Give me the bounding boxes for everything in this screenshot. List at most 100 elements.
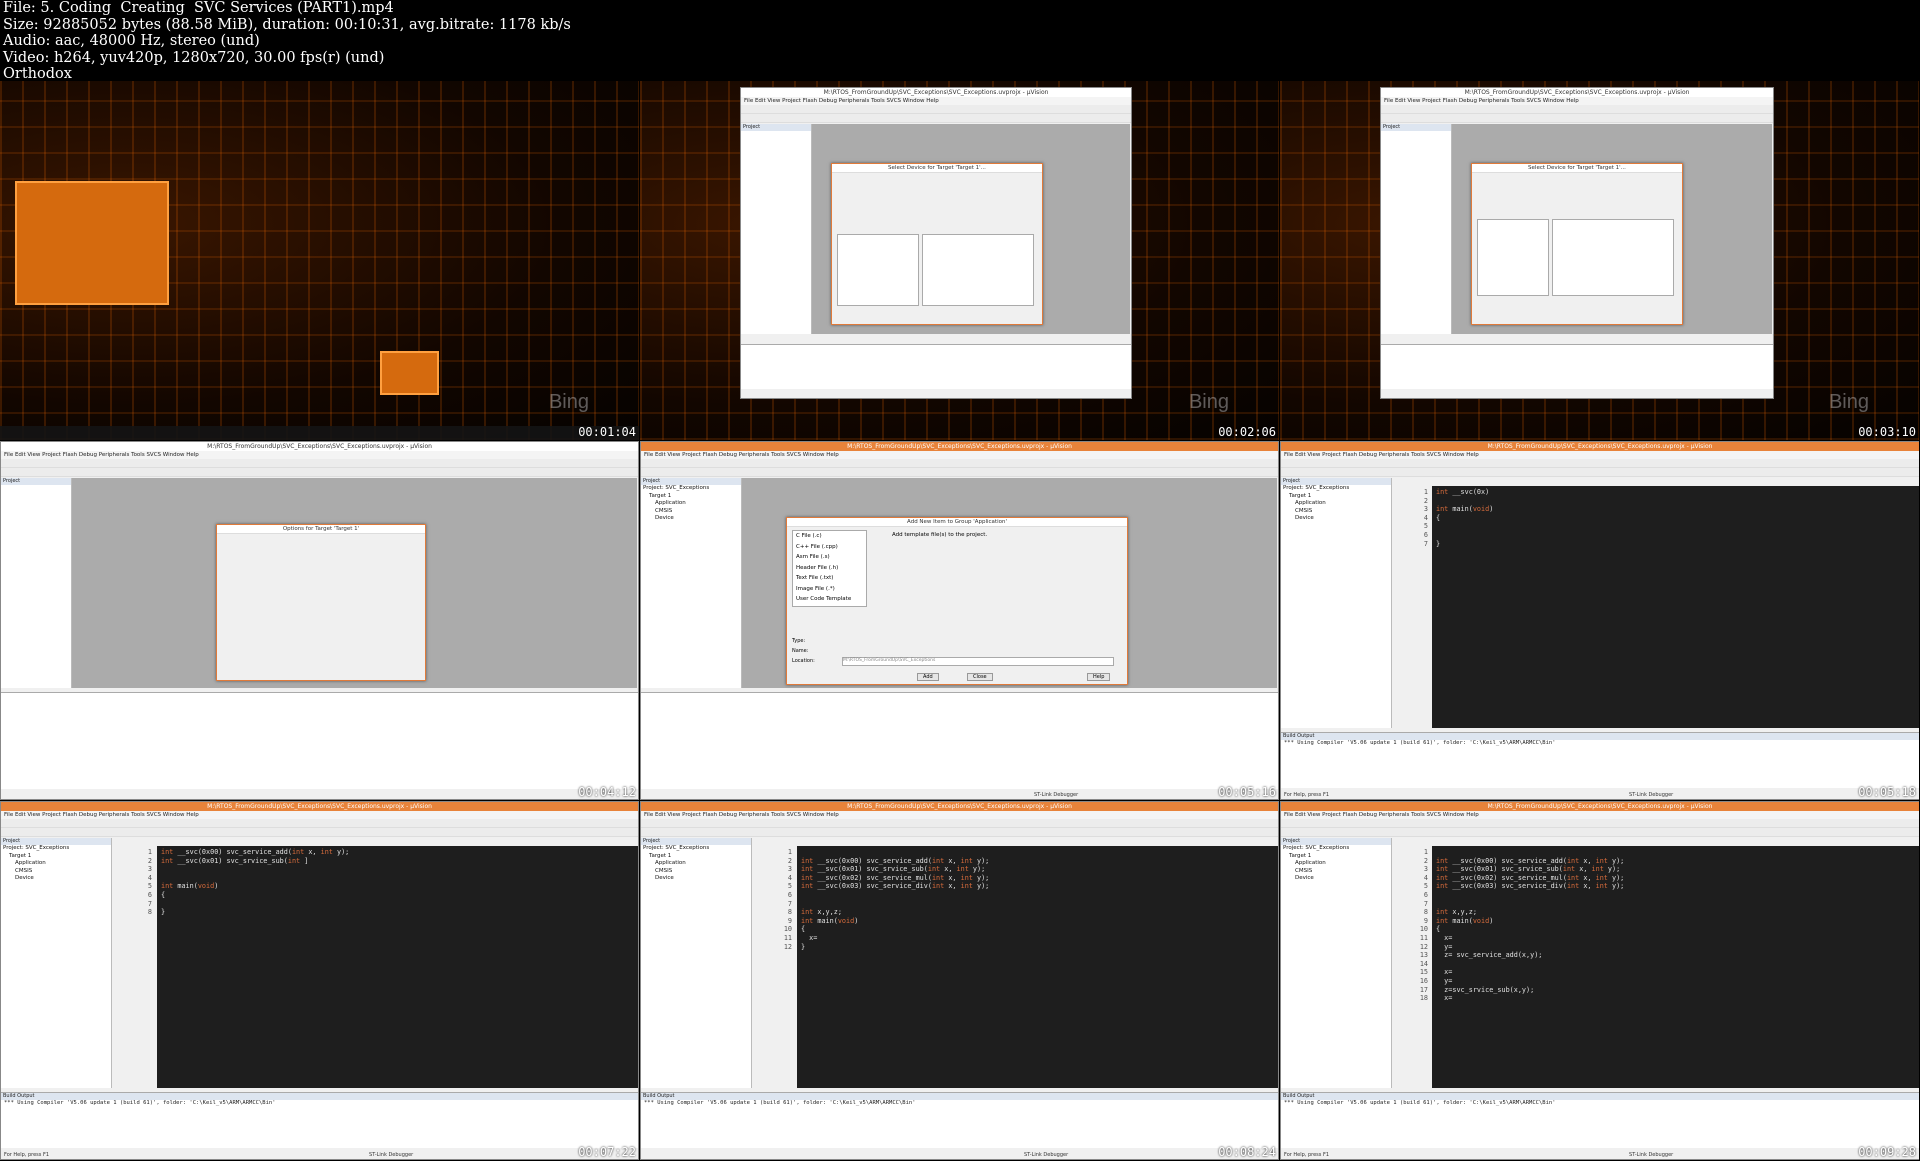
file-type-list[interactable]: C File (.c) C++ File (.cpp) Asm File (.s… [792, 530, 867, 607]
code-line[interactable] [1436, 848, 1624, 857]
add-button[interactable]: Add [917, 673, 939, 681]
menu-bar[interactable]: File Edit View Project Flash Debug Perip… [641, 811, 1278, 819]
tree-item[interactable]: Project: SVC_Exceptions [643, 845, 751, 853]
code-line[interactable]: int __svc(0x) [1436, 488, 1493, 497]
code-line[interactable]: int __svc(0x01) svc_srvice_sub(int ] [161, 857, 349, 866]
tree-item[interactable]: Target 1 [643, 853, 751, 861]
code-line[interactable] [801, 848, 989, 857]
code-line[interactable] [161, 865, 349, 874]
code-line[interactable] [1436, 531, 1493, 540]
code-line[interactable]: x= [1436, 994, 1624, 1003]
code-line[interactable]: z=svc_srvice_sub(x,y); [1436, 986, 1624, 995]
code-line[interactable]: int __svc(0x02) svc_service_mul(int x, i… [1436, 874, 1624, 883]
tree-item[interactable]: Target 1 [1283, 493, 1391, 501]
project-tree[interactable]: Project: SVC_Exceptions Target 1 Applica… [641, 485, 741, 523]
code-line[interactable] [1436, 900, 1624, 909]
code-line[interactable]: int __svc(0x00) svc_service_add(int x, i… [1436, 857, 1624, 866]
tree-item[interactable]: CMSIS [1283, 508, 1391, 516]
code-line[interactable]: int x,y,z; [1436, 908, 1624, 917]
thumbnail-1[interactable]: Bing 00:01:04 [0, 81, 639, 440]
menu-bar[interactable]: File Edit View Project Flash Debug Perip… [641, 451, 1278, 459]
code-line[interactable]: { [1436, 925, 1624, 934]
tree-item[interactable]: Application [643, 500, 741, 508]
tree-item[interactable]: Project: SVC_Exceptions [643, 485, 741, 493]
project-tree[interactable]: Project: SVC_Exceptions Target 1 Applica… [641, 845, 751, 883]
menu-bar[interactable]: File Edit View Project Flash Debug Perip… [1, 451, 638, 459]
tree-item[interactable]: CMSIS [643, 508, 741, 516]
tree-item[interactable]: Device [1283, 875, 1391, 883]
tree-item[interactable]: Application [1283, 860, 1391, 868]
help-button[interactable]: Help [1087, 673, 1111, 681]
thumbnail-2[interactable]: M:\RTOS_FromGroundUp\SVC_Exceptions\SVC_… [640, 81, 1279, 440]
thumbnail-3[interactable]: M:\RTOS_FromGroundUp\SVC_Exceptions\SVC_… [1280, 81, 1919, 440]
menu-bar[interactable]: File Edit View Project Flash Debug Perip… [1281, 451, 1919, 459]
menu-bar[interactable]: File Edit View Project Flash Debug Perip… [1381, 97, 1773, 105]
code-line[interactable]: z= svc_service_add(x,y); [1436, 951, 1624, 960]
tree-item[interactable]: Project: SVC_Exceptions [1283, 485, 1391, 493]
code-line[interactable]: int __svc(0x03) svc_service_div(int x, i… [1436, 882, 1624, 891]
menu-bar[interactable]: File Edit View Project Flash Debug Perip… [741, 97, 1131, 105]
code-line[interactable] [801, 891, 989, 900]
tree-item[interactable]: Application [643, 860, 751, 868]
file-type-item[interactable]: Asm File (.s) [796, 552, 866, 563]
code-line[interactable]: int x,y,z; [801, 908, 989, 917]
thumbnail-4[interactable]: M:\RTOS_FromGroundUp\SVC_Exceptions\SVC_… [0, 441, 639, 800]
code-line[interactable]: int main(void) [1436, 917, 1624, 926]
code-line[interactable] [1436, 891, 1624, 900]
tree-item[interactable]: Target 1 [3, 853, 111, 861]
code-line[interactable]: int __svc(0x00) svc_service_add(int x, i… [801, 857, 989, 866]
project-tree[interactable]: Project: SVC_Exceptions Target 1 Applica… [1281, 845, 1391, 883]
code-line[interactable]: int __svc(0x03) svc_service_div(int x, i… [801, 882, 989, 891]
tree-item[interactable]: Application [3, 860, 111, 868]
file-type-item[interactable]: Text File (.txt) [796, 573, 866, 584]
tree-item[interactable]: Target 1 [643, 493, 741, 501]
file-type-item[interactable]: C++ File (.cpp) [796, 542, 866, 553]
code-editor[interactable]: 1234567 int __svc(0x) int main(void){ } [1392, 486, 1919, 728]
project-tree[interactable]: Project: SVC_Exceptions Target 1 Applica… [1281, 485, 1391, 523]
code-line[interactable]: int __svc(0x01) svc_srvice_sub(int x, in… [801, 865, 989, 874]
thumbnail-9[interactable]: M:\RTOS_FromGroundUp\SVC_Exceptions\SVC_… [1280, 801, 1919, 1160]
thumbnail-8[interactable]: M:\RTOS_FromGroundUp\SVC_Exceptions\SVC_… [640, 801, 1279, 1160]
tree-item[interactable]: Device [3, 875, 111, 883]
code-line[interactable] [1436, 497, 1493, 506]
code-line[interactable]: x= [1436, 934, 1624, 943]
code-line[interactable]: int __svc(0x01) svc_srvice_sub(int x, in… [1436, 865, 1624, 874]
location-field[interactable]: M:\RTOS_FromGroundUp\SVC_Exceptions [842, 657, 1114, 666]
device-tree[interactable] [837, 234, 919, 306]
code-line[interactable]: { [801, 925, 989, 934]
tree-item[interactable]: Project: SVC_Exceptions [3, 845, 111, 853]
file-type-item[interactable]: Header File (.h) [796, 563, 866, 574]
code-line[interactable]: int main(void) [1436, 505, 1493, 514]
code-line[interactable]: { [1436, 514, 1493, 523]
code-text[interactable]: int __svc(0x00) svc_service_add(int x, i… [1436, 848, 1624, 1003]
code-editor[interactable]: 12345678 int __svc(0x00) svc_service_add… [112, 846, 638, 1088]
tree-item[interactable]: Target 1 [1283, 853, 1391, 861]
code-line[interactable] [801, 900, 989, 909]
code-line[interactable] [1436, 522, 1493, 531]
code-line[interactable]: y= [1436, 977, 1624, 986]
thumbnail-5[interactable]: M:\RTOS_FromGroundUp\SVC_Exceptions\SVC_… [640, 441, 1279, 800]
tree-item[interactable]: Device [643, 515, 741, 523]
file-type-item[interactable]: User Code Template [796, 594, 866, 605]
code-line[interactable] [1436, 960, 1624, 969]
tree-item[interactable]: Device [643, 875, 751, 883]
code-line[interactable]: x= [801, 934, 989, 943]
project-tree[interactable]: Project: SVC_Exceptions Target 1 Applica… [1, 845, 111, 883]
code-line[interactable]: } [161, 908, 349, 917]
code-line[interactable]: } [1436, 540, 1493, 549]
tree-item[interactable]: CMSIS [643, 868, 751, 876]
thumbnail-6[interactable]: M:\RTOS_FromGroundUp\SVC_Exceptions\SVC_… [1280, 441, 1919, 800]
tree-item[interactable]: Application [1283, 500, 1391, 508]
menu-bar[interactable]: File Edit View Project Flash Debug Perip… [1, 811, 638, 819]
tree-item[interactable]: CMSIS [1283, 868, 1391, 876]
code-line[interactable] [161, 900, 349, 909]
code-line[interactable]: y= [1436, 943, 1624, 952]
tree-item[interactable]: Project: SVC_Exceptions [1283, 845, 1391, 853]
code-text[interactable]: int __svc(0x00) svc_service_add(int x, i… [161, 848, 349, 917]
code-line[interactable] [161, 874, 349, 883]
code-text[interactable]: int __svc(0x) int main(void){ } [1436, 488, 1493, 548]
close-button[interactable]: Close [967, 673, 993, 681]
tree-item[interactable]: Device [1283, 515, 1391, 523]
file-type-item[interactable]: C File (.c) [796, 531, 866, 542]
code-editor[interactable]: 1 2 3 4 5 6 7 8 9 10 11 12 13 14 15 16 17 18 int __svc(0x… [1392, 846, 1919, 1088]
